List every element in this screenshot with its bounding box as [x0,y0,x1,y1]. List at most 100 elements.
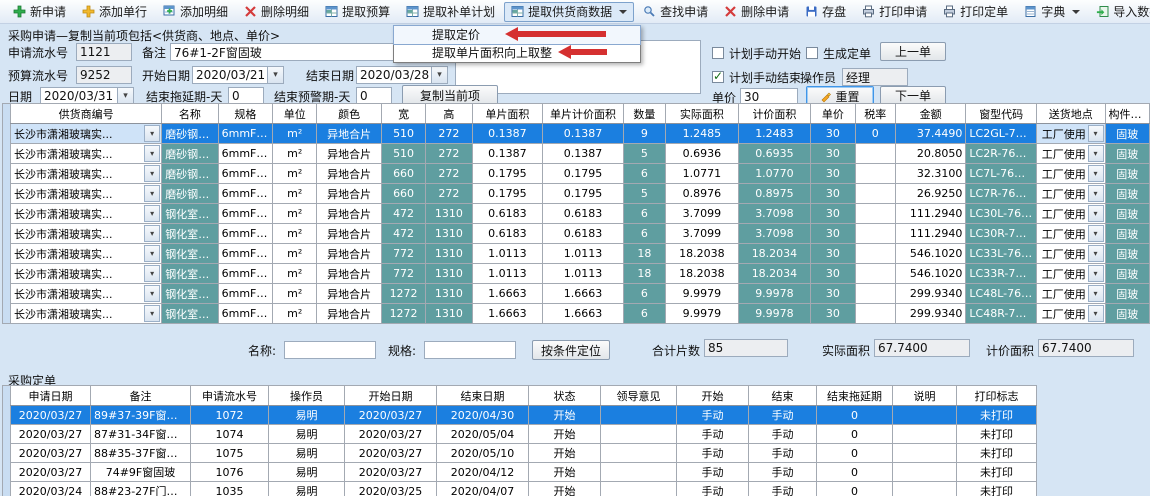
table-cell[interactable]: 30 [811,144,855,164]
table-cell[interactable]: 30 [811,244,855,264]
table-cell[interactable]: 9.9978 [738,284,811,304]
table-cell[interactable]: 18.2034 [738,264,811,284]
table-cell[interactable]: 1.0771 [666,164,739,184]
table-cell[interactable]: 9 [623,124,665,144]
prev-order-button[interactable]: 上一单 [880,42,946,61]
table-cell[interactable]: 2020/03/24 [11,482,91,496]
table-row[interactable]: 2020/03/2774#9F窗固玻1076易明2020/03/272020/0… [11,463,1037,482]
table-cell[interactable]: 0.8975 [738,184,811,204]
table-cell[interactable]: 异地合片 [317,144,382,164]
locate-by-condition-button[interactable]: 按条件定位 [532,340,610,360]
table-cell[interactable]: 1.0113 [543,244,624,264]
total-pieces-field[interactable] [704,339,788,357]
table-cell[interactable]: 9.9979 [666,284,739,304]
table-cell[interactable]: 6mmFLE... [218,244,272,264]
table-cell[interactable]: 工厂使用 [1036,144,1105,164]
table-cell[interactable]: 易明 [269,482,345,496]
table-cell[interactable]: 2020/03/27 [345,463,437,482]
table-cell[interactable]: 固玻 [1105,304,1150,324]
table-cell[interactable]: 工厂使用 [1036,164,1105,184]
extract-supplement-plan-button[interactable]: 提取补单计划 [399,2,502,22]
table-cell[interactable]: 钢化室内... [162,264,218,284]
table-cell[interactable]: 未打印 [957,406,1037,425]
table-cell[interactable]: 0.6936 [666,144,739,164]
table-cell[interactable]: 1310 [426,224,472,244]
table-row[interactable]: 长沙市潇湘玻璃实...磨砂钢化...6mmFLE...m²异地合片6602720… [11,164,1150,184]
table-cell[interactable]: 30 [811,304,855,324]
column-header[interactable]: 单价 [811,104,855,124]
table-cell[interactable]: 30 [811,264,855,284]
table-cell[interactable] [601,482,677,496]
table-cell[interactable]: 异地合片 [317,304,382,324]
table-cell[interactable]: 74#9F窗固玻 [91,463,191,482]
table-cell[interactable]: 长沙市潇湘玻璃实... [11,224,162,244]
table-cell[interactable]: 9.9979 [666,304,739,324]
column-header[interactable]: 窗型代码 [966,104,1037,124]
table-cell[interactable]: 手动 [749,482,817,496]
table-cell[interactable] [855,264,895,284]
table-cell[interactable]: 1.0770 [738,164,811,184]
column-header[interactable]: 单位 [273,104,317,124]
column-header[interactable]: 开始日期 [345,386,437,406]
table-cell[interactable]: 20.8050 [895,144,966,164]
table-cell[interactable]: 2020/04/07 [437,482,529,496]
table-cell[interactable]: 2020/03/27 [345,444,437,463]
dictionary-button[interactable]: 字典 [1017,2,1087,22]
table-cell[interactable]: 30 [811,204,855,224]
table-cell[interactable]: 手动 [749,406,817,425]
column-header[interactable]: 规格 [218,104,272,124]
table-row[interactable]: 长沙市潇湘玻璃实...钢化室内...6mmFLE...m²异地合片1272131… [11,284,1150,304]
table-cell[interactable]: 0.1795 [543,164,624,184]
table-cell[interactable] [893,444,957,463]
table-cell[interactable]: 异地合片 [317,184,382,204]
table-cell[interactable]: 30 [811,224,855,244]
table-cell[interactable]: LC2GL-76#... [966,124,1037,144]
table-cell[interactable]: 1310 [426,284,472,304]
table-cell[interactable]: 1072 [191,406,269,425]
table-cell[interactable]: 30 [811,284,855,304]
table-cell[interactable]: 6 [623,304,665,324]
table-row[interactable]: 长沙市潇湘玻璃实...钢化室内...6mmFLE...m²异地合片4721310… [11,204,1150,224]
table-cell[interactable]: 固玻 [1105,224,1150,244]
table-cell[interactable]: 299.9340 [895,304,966,324]
table-cell[interactable] [893,463,957,482]
table-cell[interactable]: 6 [623,284,665,304]
table-cell[interactable]: 299.9340 [895,284,966,304]
table-cell[interactable]: 固玻 [1105,144,1150,164]
table-cell[interactable]: 89#37-39F窗固玻 [91,406,191,425]
table-row[interactable]: 长沙市潇湘玻璃实...钢化室内...6mmFLE...m²异地合片4721310… [11,224,1150,244]
actual-area-field[interactable] [874,339,970,357]
table-cell[interactable]: 长沙市潇湘玻璃实... [11,264,162,284]
table-cell[interactable]: 手动 [677,425,749,444]
table-cell[interactable]: 未打印 [957,482,1037,496]
start-date-picker[interactable]: 2020/03/21 [192,66,284,84]
table-cell[interactable]: 异地合片 [317,244,382,264]
table-cell[interactable]: 37.4490 [895,124,966,144]
table-cell[interactable]: 0 [817,463,893,482]
print-request-button[interactable]: 打印申请 [855,2,934,22]
table-cell[interactable]: 3.7098 [738,204,811,224]
table-cell[interactable]: 3.7098 [738,224,811,244]
table-cell[interactable]: 546.1020 [895,264,966,284]
column-header[interactable]: 计价面积 [738,104,811,124]
table-cell[interactable]: 手动 [749,444,817,463]
table-cell[interactable]: 固玻 [1105,164,1150,184]
table-cell[interactable]: 异地合片 [317,224,382,244]
generate-order-checkbox[interactable]: 生成定单 [806,46,871,60]
table-cell[interactable]: 272 [426,184,472,204]
table-cell[interactable]: 5 [623,184,665,204]
table-cell[interactable]: 3.7099 [666,204,739,224]
add-row-button[interactable]: 添加单行 [75,2,154,22]
table-cell[interactable]: 手动 [749,425,817,444]
table-cell[interactable]: 1.6663 [472,304,543,324]
column-header[interactable]: 实际面积 [666,104,739,124]
column-header[interactable]: 送货地点 [1036,104,1105,124]
table-cell[interactable]: 1.6663 [472,284,543,304]
table-cell[interactable]: 未打印 [957,444,1037,463]
table-cell[interactable]: 手动 [749,463,817,482]
print-order-button[interactable]: 打印定单 [936,2,1015,22]
table-cell[interactable]: 1.0113 [472,244,543,264]
table-cell[interactable]: 磨砂钢化... [162,164,218,184]
table-cell[interactable]: 工厂使用 [1036,304,1105,324]
table-cell[interactable]: 长沙市潇湘玻璃实... [11,284,162,304]
